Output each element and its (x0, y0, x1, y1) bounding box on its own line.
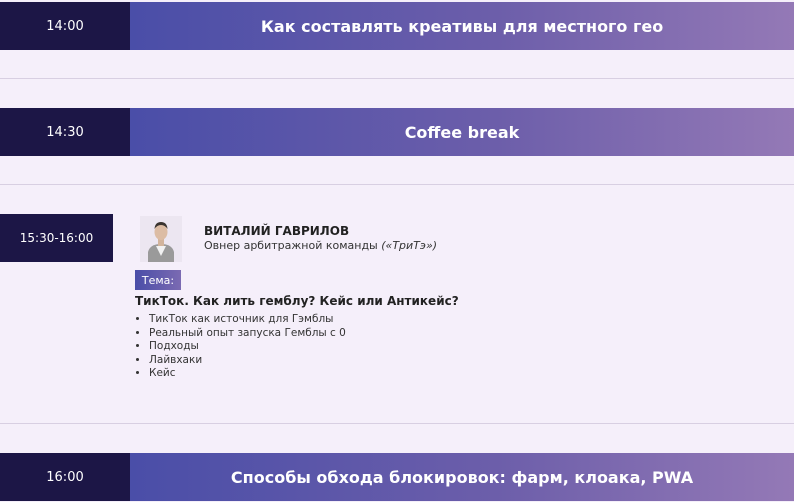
speaker-role-text: Овнер арбитражной команды (204, 239, 378, 252)
schedule-row-1600: 16:00 Способы обхода блокировок: фарм, к… (0, 453, 794, 501)
list-item: ТикТок как источник для Гэмблы (149, 313, 346, 327)
schedule-row-1400: 14:00 Как составлять креативы для местно… (0, 2, 794, 50)
session-time-cell: 15:30-16:00 (0, 214, 113, 262)
list-item: Реальный опыт запуска Гемблы с 0 (149, 327, 346, 341)
session-title: Coffee break (130, 108, 794, 156)
time-cell: 14:00 (0, 2, 130, 50)
list-item: Подходы (149, 340, 346, 354)
person-photo-icon (140, 216, 182, 262)
talk-title: ТикТок. Как лить гемблу? Кейс или Антике… (135, 294, 459, 308)
speaker-avatar (140, 216, 182, 262)
time-cell: 14:30 (0, 108, 130, 156)
row-divider (0, 78, 794, 79)
row-divider (0, 423, 794, 424)
speaker-role: Овнер арбитражной команды («ТриТэ») (204, 239, 437, 252)
row-divider (0, 184, 794, 185)
theme-badge: Тема: (135, 270, 181, 290)
list-item: Лайвхаки (149, 354, 346, 368)
schedule-page: 14:00 Как составлять креативы для местно… (0, 0, 794, 502)
session-title: Как составлять креативы для местного гео (130, 2, 794, 50)
talk-points-list: ТикТок как источник для Гэмблы Реальный … (135, 313, 346, 381)
session-title: Способы обхода блокировок: фарм, клоака,… (130, 453, 794, 501)
list-item: Кейс (149, 367, 346, 381)
speaker-company: («ТриТэ») (381, 239, 438, 252)
speaker-name: ВИТАЛИЙ ГАВРИЛОВ (204, 224, 350, 238)
schedule-row-1430: 14:30 Coffee break (0, 108, 794, 156)
time-cell: 16:00 (0, 453, 130, 501)
